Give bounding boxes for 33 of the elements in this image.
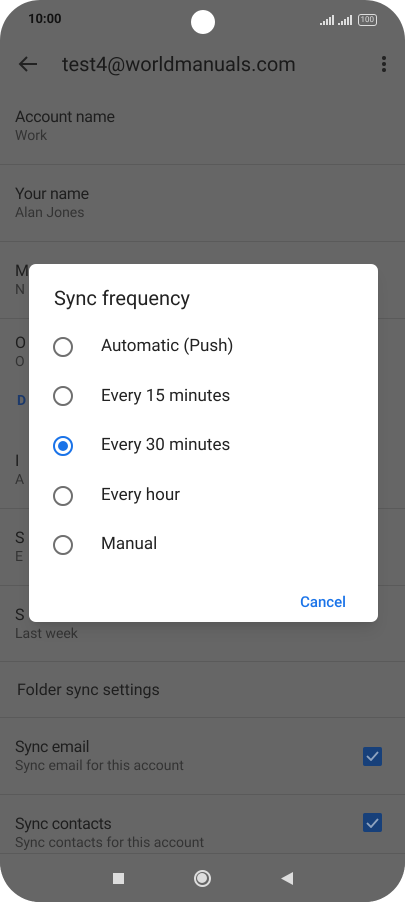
setting-title: S bbox=[15, 527, 24, 548]
setting-title: M bbox=[15, 260, 29, 281]
signal-icon bbox=[320, 15, 334, 25]
setting-title: Your name bbox=[15, 183, 89, 204]
radio-option[interactable]: Manual bbox=[29, 520, 378, 570]
back-icon[interactable] bbox=[280, 872, 292, 884]
signal-icon bbox=[338, 15, 352, 25]
app-bar-title: test4@worldmanuals.com bbox=[62, 51, 297, 78]
setting-title: I bbox=[15, 450, 20, 471]
setting-title: Sync contacts bbox=[15, 813, 112, 834]
checkbox[interactable] bbox=[363, 813, 382, 832]
more-icon[interactable] bbox=[381, 55, 387, 73]
battery-level: 100 bbox=[358, 14, 377, 26]
setting-title: Account name bbox=[15, 106, 115, 127]
check-icon bbox=[366, 751, 379, 761]
checkbox[interactable] bbox=[363, 746, 382, 766]
camera-hole bbox=[191, 10, 215, 34]
dialog-title: Sync frequency bbox=[54, 285, 191, 312]
radio-option[interactable]: Every hour bbox=[29, 470, 378, 520]
setting-title: O bbox=[15, 332, 26, 352]
status-time: 10:00 bbox=[28, 11, 62, 30]
radio-option[interactable]: Every 15 minutes bbox=[29, 372, 378, 422]
setting-title: S bbox=[15, 604, 24, 624]
check-icon bbox=[366, 818, 379, 828]
home-icon[interactable] bbox=[194, 870, 210, 886]
back-arrow-icon[interactable] bbox=[18, 55, 38, 73]
setting-title: Folder sync settings bbox=[17, 678, 160, 700]
radio-option[interactable]: Automatic (Push) bbox=[29, 322, 378, 372]
cancel-button[interactable]: Cancel bbox=[292, 584, 354, 620]
radio-option[interactable]: Every 30 minutes bbox=[29, 421, 378, 471]
setting-title: Sync email bbox=[15, 736, 90, 757]
recents-icon[interactable] bbox=[112, 872, 124, 884]
section-header: D bbox=[17, 393, 26, 409]
